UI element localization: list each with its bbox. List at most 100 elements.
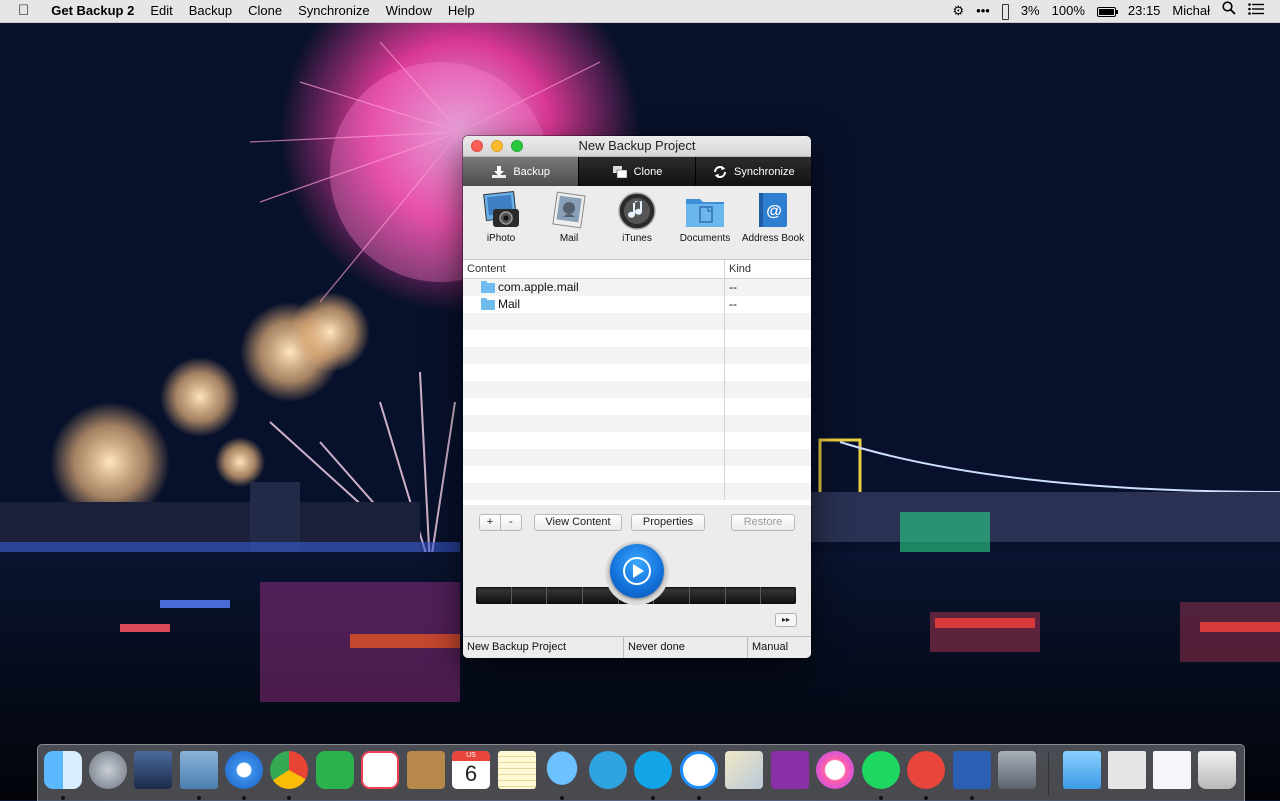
menu-bar:  Get Backup 2 Edit Backup Clone Synchro… — [0, 0, 1280, 23]
pocket-icon[interactable] — [361, 751, 399, 789]
contacts-icon[interactable] — [407, 751, 445, 789]
category-address-book[interactable]: @ Address Book — [740, 191, 806, 244]
content-table: Content Kind com.apple.mail -- Mail -- — [463, 259, 811, 505]
row-kind: -- — [729, 280, 737, 294]
skype-icon[interactable] — [634, 751, 672, 789]
running-indicator — [970, 796, 974, 800]
running-indicator — [651, 796, 655, 800]
photo-booth-icon[interactable] — [1108, 751, 1146, 789]
more-dots-icon[interactable]: ••• — [970, 0, 996, 22]
battery-percent[interactable]: 100% — [1046, 0, 1091, 22]
menu-edit[interactable]: Edit — [142, 0, 180, 22]
empty-row — [463, 432, 811, 449]
folder-stack-icon[interactable] — [1063, 751, 1101, 789]
itunes-dock-icon[interactable] — [816, 751, 854, 789]
table-row[interactable]: Mail -- — [463, 296, 811, 313]
time-machine-icon[interactable] — [998, 751, 1036, 789]
calendar-icon[interactable]: US 6 — [452, 751, 490, 789]
category-mail[interactable]: Mail — [536, 191, 602, 244]
notes-icon[interactable] — [498, 751, 536, 789]
tab-synchronize[interactable]: Synchronize — [695, 157, 811, 186]
small-battery-icon[interactable] — [996, 0, 1015, 22]
remove-item-button[interactable]: - — [501, 513, 522, 531]
spotlight-search-icon[interactable] — [1216, 0, 1242, 22]
status-project-name: New Backup Project — [463, 637, 624, 658]
tab-backup-label: Backup — [513, 165, 551, 178]
folder-icon — [481, 280, 495, 293]
empty-row — [463, 313, 811, 330]
column-header-kind[interactable]: Kind — [725, 260, 751, 278]
messages-icon[interactable] — [543, 751, 581, 789]
empty-row — [463, 364, 811, 381]
user-menu[interactable]: Michał — [1166, 0, 1216, 22]
tab-backup[interactable]: Backup — [463, 157, 580, 186]
fast-forward-button[interactable]: ▸▸ — [775, 613, 797, 627]
zoom-window-button[interactable] — [511, 140, 523, 152]
add-item-button[interactable]: + — [479, 513, 501, 531]
running-indicator — [197, 796, 201, 800]
status-schedule: Manual — [752, 641, 789, 653]
running-indicator — [287, 796, 291, 800]
menu-synchronize[interactable]: Synchronize — [290, 0, 378, 22]
battery-icon[interactable] — [1091, 0, 1122, 22]
clone-icon — [612, 165, 628, 179]
trash-icon[interactable] — [1198, 751, 1236, 789]
spotify-icon[interactable] — [862, 751, 900, 789]
apple-menu-icon[interactable]:  — [0, 0, 43, 22]
restore-button[interactable]: Restore — [731, 513, 795, 531]
get-backup-icon[interactable] — [907, 751, 945, 789]
start-backup-button[interactable] — [610, 544, 664, 598]
preview-icon[interactable] — [725, 751, 763, 789]
category-toolbar: iPhoto Mail iTunes Documents @ Address B… — [463, 186, 811, 259]
messenger-icon[interactable] — [680, 751, 718, 789]
view-content-button[interactable]: View Content — [534, 513, 622, 531]
row-kind: -- — [729, 297, 737, 311]
menu-window[interactable]: Window — [378, 0, 440, 22]
dock: US 6 — [37, 744, 1245, 801]
tab-clone-label: Clone — [633, 165, 663, 178]
telegram-icon[interactable] — [589, 751, 627, 789]
svg-text:@: @ — [766, 203, 782, 220]
category-itunes[interactable]: iTunes — [604, 191, 670, 244]
gear-icon[interactable]: ⚙ — [947, 0, 971, 22]
close-window-button[interactable] — [471, 140, 483, 152]
mail-stamp-icon[interactable] — [180, 751, 218, 789]
empty-row — [463, 483, 811, 500]
feedly-icon[interactable] — [316, 751, 354, 789]
empty-row — [463, 415, 811, 432]
documents-stack-icon[interactable] — [1153, 751, 1191, 789]
empty-row — [463, 466, 811, 483]
menu-app-name[interactable]: Get Backup 2 — [43, 0, 142, 22]
category-iphoto[interactable]: iPhoto — [468, 191, 534, 244]
menu-help[interactable]: Help — [440, 0, 483, 22]
tab-synchronize-label: Synchronize — [734, 165, 795, 178]
category-documents[interactable]: Documents — [672, 191, 738, 244]
clock[interactable]: 23:15 — [1122, 0, 1167, 22]
category-iphoto-label: iPhoto — [486, 233, 516, 244]
calendar-month: US — [452, 751, 490, 761]
calendar-day: 6 — [464, 761, 478, 786]
minimize-window-button[interactable] — [491, 140, 503, 152]
small-battery-percent: 3% — [1020, 3, 1040, 18]
running-indicator — [61, 796, 65, 800]
dock-separator — [1048, 751, 1049, 795]
onenote-icon[interactable] — [771, 751, 809, 789]
notification-center-icon[interactable] — [1242, 0, 1270, 22]
category-documents-label: Documents — [679, 233, 731, 244]
table-row[interactable]: com.apple.mail -- — [463, 279, 811, 296]
safari-icon[interactable] — [225, 751, 263, 789]
properties-button[interactable]: Properties — [631, 513, 705, 531]
mission-control-icon[interactable] — [134, 751, 172, 789]
finder-icon[interactable] — [44, 751, 82, 789]
window-titlebar[interactable]: New Backup Project — [463, 136, 811, 157]
play-icon — [623, 557, 651, 585]
empty-row — [463, 398, 811, 415]
chrome-icon[interactable] — [270, 751, 308, 789]
column-header-content[interactable]: Content — [463, 260, 725, 278]
menu-backup[interactable]: Backup — [181, 0, 240, 22]
menu-clone[interactable]: Clone — [240, 0, 290, 22]
word-icon[interactable] — [953, 751, 991, 789]
iphoto-icon — [483, 191, 519, 227]
tab-clone[interactable]: Clone — [579, 157, 696, 186]
launchpad-icon[interactable] — [89, 751, 127, 789]
